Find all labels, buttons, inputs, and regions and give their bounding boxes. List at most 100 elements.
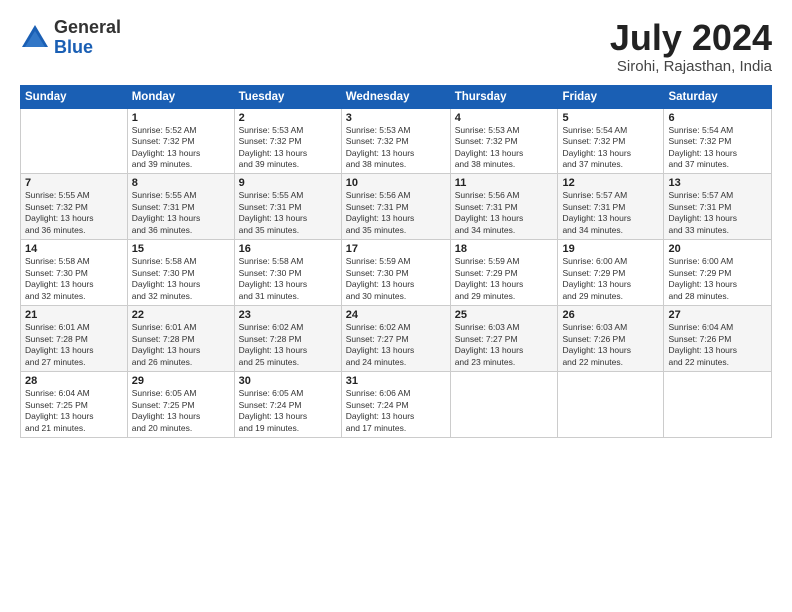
title-block: July 2024 Sirohi, Rajasthan, India [610, 18, 772, 75]
day-info: Sunrise: 5:53 AM Sunset: 7:32 PM Dayligh… [346, 125, 446, 171]
calendar-cell: 27Sunrise: 6:04 AM Sunset: 7:26 PM Dayli… [664, 306, 772, 372]
calendar-cell: 9Sunrise: 5:55 AM Sunset: 7:31 PM Daylig… [234, 174, 341, 240]
day-number: 18 [455, 243, 554, 255]
calendar-cell: 23Sunrise: 6:02 AM Sunset: 7:28 PM Dayli… [234, 306, 341, 372]
weekday-header: Thursday [450, 85, 558, 108]
logo-general: General [54, 17, 121, 37]
logo-text: General Blue [54, 18, 121, 58]
location: Sirohi, Rajasthan, India [610, 58, 772, 75]
weekday-header: Tuesday [234, 85, 341, 108]
day-info: Sunrise: 5:58 AM Sunset: 7:30 PM Dayligh… [25, 256, 123, 302]
month-title: July 2024 [610, 18, 772, 58]
calendar-cell: 4Sunrise: 5:53 AM Sunset: 7:32 PM Daylig… [450, 108, 558, 174]
calendar-cell: 31Sunrise: 6:06 AM Sunset: 7:24 PM Dayli… [341, 372, 450, 438]
calendar-cell: 1Sunrise: 5:52 AM Sunset: 7:32 PM Daylig… [127, 108, 234, 174]
day-number: 21 [25, 309, 123, 321]
day-info: Sunrise: 5:53 AM Sunset: 7:32 PM Dayligh… [239, 125, 337, 171]
day-info: Sunrise: 6:00 AM Sunset: 7:29 PM Dayligh… [562, 256, 659, 302]
logo-icon [20, 23, 50, 53]
day-number: 14 [25, 243, 123, 255]
day-number: 15 [132, 243, 230, 255]
day-info: Sunrise: 6:02 AM Sunset: 7:27 PM Dayligh… [346, 322, 446, 368]
weekday-header: Monday [127, 85, 234, 108]
calendar-cell: 19Sunrise: 6:00 AM Sunset: 7:29 PM Dayli… [558, 240, 664, 306]
day-info: Sunrise: 6:03 AM Sunset: 7:27 PM Dayligh… [455, 322, 554, 368]
day-info: Sunrise: 5:58 AM Sunset: 7:30 PM Dayligh… [132, 256, 230, 302]
calendar-header-row: SundayMondayTuesdayWednesdayThursdayFrid… [21, 85, 772, 108]
day-info: Sunrise: 6:01 AM Sunset: 7:28 PM Dayligh… [132, 322, 230, 368]
calendar-cell [664, 372, 772, 438]
day-info: Sunrise: 5:59 AM Sunset: 7:29 PM Dayligh… [455, 256, 554, 302]
day-info: Sunrise: 5:55 AM Sunset: 7:31 PM Dayligh… [132, 190, 230, 236]
day-number: 6 [668, 112, 767, 124]
calendar-cell: 11Sunrise: 5:56 AM Sunset: 7:31 PM Dayli… [450, 174, 558, 240]
day-info: Sunrise: 5:59 AM Sunset: 7:30 PM Dayligh… [346, 256, 446, 302]
calendar-week-row: 7Sunrise: 5:55 AM Sunset: 7:32 PM Daylig… [21, 174, 772, 240]
calendar-cell: 7Sunrise: 5:55 AM Sunset: 7:32 PM Daylig… [21, 174, 128, 240]
day-number: 9 [239, 177, 337, 189]
header: General Blue July 2024 Sirohi, Rajasthan… [20, 18, 772, 75]
day-info: Sunrise: 5:52 AM Sunset: 7:32 PM Dayligh… [132, 125, 230, 171]
day-info: Sunrise: 6:06 AM Sunset: 7:24 PM Dayligh… [346, 388, 446, 434]
day-number: 1 [132, 112, 230, 124]
calendar-cell: 16Sunrise: 5:58 AM Sunset: 7:30 PM Dayli… [234, 240, 341, 306]
day-number: 17 [346, 243, 446, 255]
calendar-week-row: 21Sunrise: 6:01 AM Sunset: 7:28 PM Dayli… [21, 306, 772, 372]
calendar-week-row: 14Sunrise: 5:58 AM Sunset: 7:30 PM Dayli… [21, 240, 772, 306]
day-info: Sunrise: 6:04 AM Sunset: 7:25 PM Dayligh… [25, 388, 123, 434]
day-number: 12 [562, 177, 659, 189]
weekday-header: Wednesday [341, 85, 450, 108]
calendar-cell: 29Sunrise: 6:05 AM Sunset: 7:25 PM Dayli… [127, 372, 234, 438]
day-info: Sunrise: 5:57 AM Sunset: 7:31 PM Dayligh… [562, 190, 659, 236]
day-info: Sunrise: 5:56 AM Sunset: 7:31 PM Dayligh… [346, 190, 446, 236]
day-number: 4 [455, 112, 554, 124]
day-info: Sunrise: 5:54 AM Sunset: 7:32 PM Dayligh… [562, 125, 659, 171]
calendar-cell: 13Sunrise: 5:57 AM Sunset: 7:31 PM Dayli… [664, 174, 772, 240]
day-number: 26 [562, 309, 659, 321]
day-info: Sunrise: 5:53 AM Sunset: 7:32 PM Dayligh… [455, 125, 554, 171]
day-number: 13 [668, 177, 767, 189]
day-number: 29 [132, 375, 230, 387]
day-number: 7 [25, 177, 123, 189]
calendar-cell: 18Sunrise: 5:59 AM Sunset: 7:29 PM Dayli… [450, 240, 558, 306]
logo: General Blue [20, 18, 121, 58]
calendar-week-row: 28Sunrise: 6:04 AM Sunset: 7:25 PM Dayli… [21, 372, 772, 438]
day-number: 10 [346, 177, 446, 189]
day-number: 11 [455, 177, 554, 189]
calendar-cell: 15Sunrise: 5:58 AM Sunset: 7:30 PM Dayli… [127, 240, 234, 306]
day-number: 19 [562, 243, 659, 255]
day-number: 22 [132, 309, 230, 321]
weekday-header: Friday [558, 85, 664, 108]
day-info: Sunrise: 5:54 AM Sunset: 7:32 PM Dayligh… [668, 125, 767, 171]
day-number: 8 [132, 177, 230, 189]
calendar-table: SundayMondayTuesdayWednesdayThursdayFrid… [20, 85, 772, 438]
day-info: Sunrise: 6:05 AM Sunset: 7:24 PM Dayligh… [239, 388, 337, 434]
day-info: Sunrise: 6:05 AM Sunset: 7:25 PM Dayligh… [132, 388, 230, 434]
calendar-cell: 3Sunrise: 5:53 AM Sunset: 7:32 PM Daylig… [341, 108, 450, 174]
page: General Blue July 2024 Sirohi, Rajasthan… [0, 0, 792, 612]
day-info: Sunrise: 6:01 AM Sunset: 7:28 PM Dayligh… [25, 322, 123, 368]
day-info: Sunrise: 5:57 AM Sunset: 7:31 PM Dayligh… [668, 190, 767, 236]
calendar-cell [21, 108, 128, 174]
day-info: Sunrise: 5:56 AM Sunset: 7:31 PM Dayligh… [455, 190, 554, 236]
calendar-cell [558, 372, 664, 438]
day-number: 16 [239, 243, 337, 255]
calendar-cell [450, 372, 558, 438]
day-number: 25 [455, 309, 554, 321]
calendar-cell: 8Sunrise: 5:55 AM Sunset: 7:31 PM Daylig… [127, 174, 234, 240]
weekday-header: Sunday [21, 85, 128, 108]
day-info: Sunrise: 6:02 AM Sunset: 7:28 PM Dayligh… [239, 322, 337, 368]
day-number: 30 [239, 375, 337, 387]
calendar-cell: 30Sunrise: 6:05 AM Sunset: 7:24 PM Dayli… [234, 372, 341, 438]
day-info: Sunrise: 6:03 AM Sunset: 7:26 PM Dayligh… [562, 322, 659, 368]
day-number: 3 [346, 112, 446, 124]
calendar-cell: 21Sunrise: 6:01 AM Sunset: 7:28 PM Dayli… [21, 306, 128, 372]
calendar-cell: 14Sunrise: 5:58 AM Sunset: 7:30 PM Dayli… [21, 240, 128, 306]
weekday-header: Saturday [664, 85, 772, 108]
calendar-cell: 20Sunrise: 6:00 AM Sunset: 7:29 PM Dayli… [664, 240, 772, 306]
calendar-cell: 26Sunrise: 6:03 AM Sunset: 7:26 PM Dayli… [558, 306, 664, 372]
day-number: 27 [668, 309, 767, 321]
day-info: Sunrise: 5:55 AM Sunset: 7:31 PM Dayligh… [239, 190, 337, 236]
calendar-cell: 28Sunrise: 6:04 AM Sunset: 7:25 PM Dayli… [21, 372, 128, 438]
logo-blue: Blue [54, 37, 93, 57]
